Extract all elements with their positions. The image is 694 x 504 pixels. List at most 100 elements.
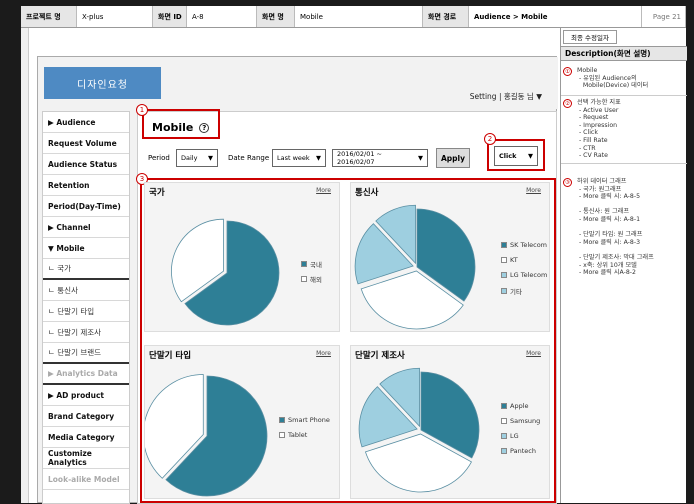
divider xyxy=(561,95,687,96)
divider xyxy=(561,163,687,164)
description-item-2: 선택 가능한 지표 - Active User - Request - Impr… xyxy=(577,99,621,160)
date-picker-value: 2016/02/01 ~ 2016/02/07 xyxy=(337,150,382,166)
legend-label: 해외 xyxy=(310,276,322,284)
legend-item: Samsung xyxy=(501,417,540,425)
screen-name-label: 화면 명 xyxy=(257,6,295,27)
legend-label: KT xyxy=(510,256,518,264)
legend-swatch xyxy=(279,432,285,438)
screen-id-label: 화면 ID xyxy=(153,6,187,27)
legend-swatch xyxy=(301,276,307,282)
screen-content: Setting | 홍길동 님 ▼ ▶ Audience Request Volu… xyxy=(37,56,558,504)
storyboard-page: 프로젝트 명 X-plus 화면 ID A-8 화면 명 Mobile 화면 경… xyxy=(21,6,687,504)
sidebar-item[interactable]: ▶ Analytics Data xyxy=(43,364,129,385)
legend-label: Pantech xyxy=(510,447,536,455)
sidebar-item[interactable]: Audience Status xyxy=(43,154,129,175)
legend-item: KT xyxy=(501,256,518,264)
legend-label: LG xyxy=(510,432,519,440)
legend-label: Samsung xyxy=(510,417,541,425)
date-picker[interactable]: 2016/02/01 ~ 2016/02/07 ▼ xyxy=(332,149,428,167)
sidebar-item[interactable]: ▶ AD product xyxy=(43,385,129,406)
screen-id-value: A-8 xyxy=(187,6,257,27)
sidebar-item[interactable]: Media Category xyxy=(43,427,129,448)
legend-label: 기타 xyxy=(510,288,522,296)
sidebar-item[interactable]: ㄴ 단말기 브랜드 xyxy=(43,343,129,364)
sidebar-item[interactable]: ㄴ 통신사 xyxy=(43,280,129,301)
pie-chart xyxy=(171,218,280,326)
period-label: Period xyxy=(148,154,170,162)
chart-panel: 통신사 More SK Telecom KT LG Telecom 기타 xyxy=(350,182,550,332)
sidebar-item[interactable]: ㄴ 단말기 타입 xyxy=(43,301,129,322)
legend-swatch xyxy=(501,448,507,454)
legend-swatch xyxy=(501,418,507,424)
path-value: Audience > Mobile xyxy=(469,6,642,27)
legend-item: SK Telecom xyxy=(501,241,547,249)
legend-label: LG Telecom xyxy=(510,271,548,279)
date-range-select[interactable]: Last week ▼ xyxy=(272,149,326,167)
legend-label: SK Telecom xyxy=(510,241,548,249)
path-label: 화면 경로 xyxy=(423,6,469,27)
sidebar-item[interactable]: Customize Analytics xyxy=(43,448,129,469)
storyboard-header: 프로젝트 명 X-plus 화면 ID A-8 화면 명 Mobile 화면 경… xyxy=(21,6,686,28)
chart-panel: 단말기 타입 More Smart Phone Tablet xyxy=(144,345,340,499)
callout-number-1: 1 xyxy=(136,104,148,116)
description-heading: Description(화면 설명) xyxy=(561,46,687,61)
description-number-2: ② xyxy=(563,99,572,108)
legend-label: Smart Phone xyxy=(288,416,330,424)
chevron-down-icon: ▼ xyxy=(208,154,213,162)
legend-item: Apple xyxy=(501,402,529,410)
date-range-select-value: Last week xyxy=(277,154,310,162)
legend-swatch xyxy=(501,288,507,294)
sidebar-item[interactable]: ▶ Audience xyxy=(43,112,129,133)
wireframe-frame: Setting | 홍길동 님 ▼ ▶ Audience Request Volu… xyxy=(29,28,558,504)
legend-item: LG xyxy=(501,432,519,440)
legend-item: Tablet xyxy=(279,431,307,439)
sidebar-item[interactable]: ㄴ 단말기 제조사 xyxy=(43,322,129,343)
sidebar-item[interactable]: ▼ Mobile xyxy=(43,238,129,259)
legend-item: Smart Phone xyxy=(279,416,330,424)
legend-label: Tablet xyxy=(288,431,308,439)
sidebar-item[interactable]: Period(Day-Time) xyxy=(43,196,129,217)
apply-button[interactable]: Apply xyxy=(436,148,470,168)
main-panel: 1 Mobile ? Period Daily ▼ Date Range Last… xyxy=(136,104,557,504)
design-request-badge: 디자인요청 xyxy=(44,67,161,99)
legend-swatch xyxy=(301,261,307,267)
left-gutter xyxy=(21,28,29,503)
pie-chart xyxy=(354,204,476,330)
page-number: Page 21 xyxy=(642,6,686,27)
sidebar-item[interactable]: Brand Category xyxy=(43,406,129,427)
period-select[interactable]: Daily ▼ xyxy=(176,149,218,167)
date-range-label: Date Range xyxy=(228,154,270,162)
chevron-down-icon: ▼ xyxy=(316,154,321,162)
sidebar-item[interactable]: Look-alike Model xyxy=(43,469,129,490)
chevron-down-icon: ▼ xyxy=(418,154,423,162)
metric-select-value: Click xyxy=(499,152,517,160)
legend-item: 기타 xyxy=(501,286,522,296)
help-icon[interactable]: ? xyxy=(199,123,210,133)
project-label: 프로젝트 명 xyxy=(21,6,77,27)
legend-label: 국내 xyxy=(310,261,322,269)
description-item-3: 하위 데이터 그래프 - 국가: 원그래프 - More 클릭 시: A-8-5… xyxy=(577,178,654,277)
callout-number-2: 2 xyxy=(484,133,496,145)
legend-item: Pantech xyxy=(501,447,536,455)
description-number-1: ① xyxy=(563,67,572,76)
period-select-value: Daily xyxy=(181,154,198,162)
last-modified-tab: 최종 수정일자 xyxy=(563,30,617,44)
legend-label: Apple xyxy=(510,402,529,410)
metric-select[interactable]: Click ▼ xyxy=(494,146,538,166)
page-title: Mobile ? xyxy=(152,121,210,134)
description-number-3: ③ xyxy=(563,178,572,187)
sidebar-item[interactable]: Request Volume xyxy=(43,133,129,154)
page-title-text: Mobile xyxy=(152,121,194,134)
legend-item: 해외 xyxy=(301,274,322,284)
chart-panel: 단말기 제조사 More Apple Samsung LG Pantech xyxy=(350,345,550,499)
legend-swatch xyxy=(501,242,507,248)
legend-swatch xyxy=(501,257,507,263)
sidebar-nav: ▶ Audience Request Volume Audience Status R… xyxy=(42,111,130,504)
legend-swatch xyxy=(501,433,507,439)
sidebar-item[interactable]: Retention xyxy=(43,175,129,196)
sidebar-item[interactable]: ▶ Channel xyxy=(43,217,129,238)
sidebar-item[interactable]: ㄴ 국가 xyxy=(43,259,129,280)
description-panel: 최종 수정일자 Description(화면 설명) ① Mobile - 유입… xyxy=(560,28,687,503)
user-setting-menu[interactable]: Setting | 홍길동 님 ▼ xyxy=(470,91,542,102)
screen-name-value: Mobile xyxy=(295,6,423,27)
